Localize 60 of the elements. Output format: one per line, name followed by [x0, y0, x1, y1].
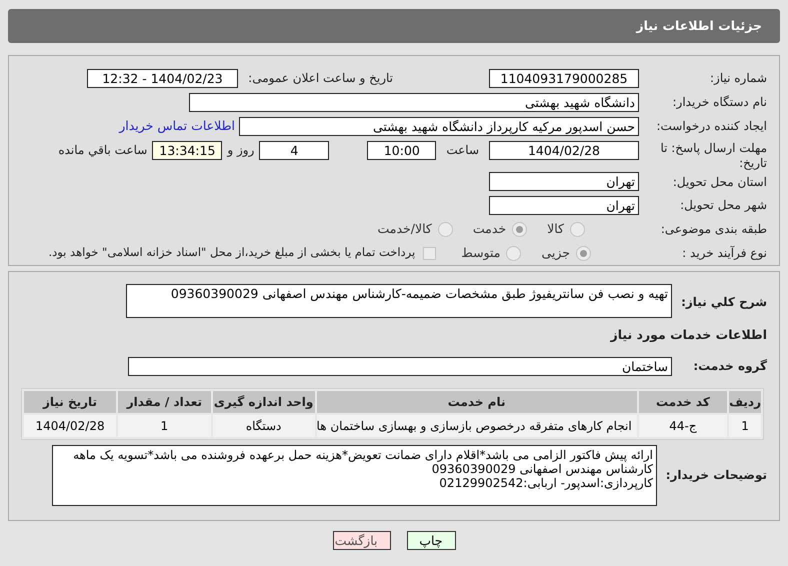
text-field[interactable]: تهران: [489, 172, 639, 191]
column-header: تاریخ نیاز: [24, 390, 116, 413]
countdown-field[interactable]: 13:34:15: [152, 141, 222, 160]
field-label: روز و: [227, 142, 254, 159]
table-cell: دستگاه: [212, 414, 315, 437]
checkbox[interactable]: [423, 246, 436, 260]
field-label: شماره نیاز:: [709, 70, 767, 87]
page-title: جزئیات اطلاعات نیاز: [636, 16, 762, 35]
column-header: تعداد / مقدار: [118, 390, 211, 413]
radio-button[interactable]: [512, 222, 528, 236]
contact-link[interactable]: اطلاعات تماس خریدار: [119, 116, 235, 136]
field-label: ساعت: [446, 142, 479, 159]
table-cell: انجام کارهای متفرقه درخصوص بازسازی و بهسازی ساختمان ها: [316, 414, 637, 437]
text-field[interactable]: 1104093179000285: [489, 68, 639, 88]
text-field[interactable]: 10:00: [367, 141, 436, 160]
text-field[interactable]: تهران: [489, 196, 639, 214]
field-label: مهلت ارسال پاسخ: تا تاریخ:: [659, 141, 767, 171]
field-label: توضیحات خریدار:: [664, 467, 767, 484]
field-label: شهر محل تحویل:: [679, 197, 767, 214]
text-field[interactable]: ساختمان: [128, 356, 672, 376]
field-label: تاریخ و ساعت اعلان عمومی:: [247, 70, 393, 87]
column-header: کد خدمت: [638, 390, 728, 413]
field-label: نوع فرآیند خرید :: [681, 245, 767, 262]
field-label: استان محل تحویل:: [672, 174, 767, 190]
radio-button[interactable]: [438, 222, 453, 236]
radio-label: جزیی: [541, 244, 570, 262]
radio-label: كالا: [547, 220, 564, 238]
field-label: طبقه بندی موضوعی:: [660, 221, 767, 238]
radio-label: كالا/خدمت: [377, 220, 432, 238]
column-header: واحد اندازه گیری: [212, 390, 315, 413]
field-label: ساعت باقي مانده: [58, 142, 148, 159]
table-cell: 1404/02/28: [24, 414, 116, 437]
table-cell: ج-44: [638, 414, 728, 437]
summary-textarea[interactable]: تهیه و نصب فن سانتریفیوژ طبق مشخصات ضمیمه-کارشناس مهندس اصفهانی 09360390029: [126, 284, 672, 318]
checkbox-label: پرداخت تمام یا بخشی از مبلغ خرید،از محل "اسناد خزانه اسلامی" خواهد بود.: [48, 244, 416, 262]
radio-label: خدمت: [472, 220, 506, 238]
column-header: ردیف: [729, 390, 761, 413]
field-label: شرح كلي نياز:: [680, 294, 767, 311]
notes-line: ارائه پیش فاکتور الزامی می باشد*اقلام دارای ضمانت تعویض*هزینه حمل برعهده فروشنده می باشد*تسویه یک ماهه: [72, 448, 653, 462]
column-header: نام خدمت: [316, 390, 637, 413]
field-label: نام دستگاه خریدار:: [672, 94, 767, 111]
text-field[interactable]: حسن اسدپور مرکیه کارپرداز دانشگاه شهید بهشتی: [239, 116, 639, 136]
field-label: گروه خدمت:: [692, 358, 767, 376]
text-field[interactable]: 4: [259, 141, 330, 160]
back-button[interactable]: بازگشت: [332, 531, 390, 550]
notes-textarea[interactable]: ارائه پیش فاکتور الزامی می باشد*اقلام دارای ضمانت تعویض*هزینه حمل برعهده فروشنده می باشد*تسویه یک ماهه کارشناس مهندس اصفهانی 09360390029 کارپردازی:اسدپور- اربابی:02129902542: [52, 444, 657, 506]
text-field[interactable]: 1404/02/28: [489, 141, 639, 160]
radio-button[interactable]: [570, 222, 585, 236]
table-cell: 1: [729, 414, 761, 437]
field-label: ایجاد کننده درخواست:: [655, 118, 767, 135]
text-field[interactable]: دانشگاه شهید بهشتی: [189, 92, 639, 112]
notes-line: کارشناس مهندس اصفهانی 09360390029: [432, 462, 653, 476]
text-field[interactable]: 1404/02/23 - 12:32: [87, 68, 238, 88]
section-heading: اطلاعات خدمات مورد نياز: [609, 326, 767, 344]
table-cell: 1: [118, 414, 211, 437]
radio-label: متوسط: [461, 244, 500, 262]
radio-button[interactable]: [506, 246, 522, 260]
radio-button[interactable]: [576, 246, 591, 260]
print-button[interactable]: چاپ: [406, 531, 456, 550]
notes-line: کارپردازی:اسدپور- اربابی:02129902542: [438, 476, 653, 490]
